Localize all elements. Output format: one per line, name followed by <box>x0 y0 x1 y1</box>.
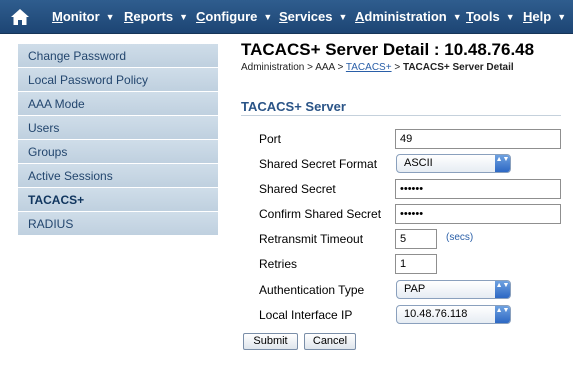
select-stepper-icon: ▲▼ <box>495 306 510 323</box>
sidebar-item-aaa-mode[interactable]: AAA Mode <box>18 92 218 116</box>
menu-tools[interactable]: Tools ▼ <box>466 0 515 34</box>
shared-secret-input[interactable]: •••••• <box>395 179 561 199</box>
top-menu-bar: Monitor ▼ Reports ▼ Configure ▼ Services ▼ A… <box>0 0 573 34</box>
sidebar-item-change-password[interactable]: Change Password <box>18 44 218 68</box>
menu-configure[interactable]: Configure ▼ <box>196 0 272 34</box>
breadcrumb: Administration > AAA > TACACS+ > TACACS+… <box>241 62 514 73</box>
breadcrumb-current: TACACS+ Server Detail <box>402 62 514 73</box>
breadcrumb-link-tacacs[interactable]: TACACS+ <box>346 62 392 73</box>
retries-label: Retries <box>259 257 298 271</box>
sidebar-item-active-sessions[interactable]: Active Sessions <box>18 164 218 188</box>
port-input[interactable]: 49 <box>395 129 561 149</box>
port-label: Port <box>259 132 282 146</box>
page-title: TACACS+ Server Detail : 10.48.76.48 <box>241 40 535 59</box>
menu-services[interactable]: Services ▼ <box>279 0 347 34</box>
breadcrumb-separator: > <box>391 62 403 73</box>
breadcrumb-prefix: Administration > AAA > <box>241 62 346 73</box>
auth-type-value: PAP <box>404 283 426 295</box>
retransmit-label: Retransmit Timeout <box>259 232 364 246</box>
secret-format-select[interactable]: ASCII ▲▼ <box>396 154 511 173</box>
chevron-down-icon: ▼ <box>505 12 515 22</box>
confirm-secret-label: Confirm Shared Secret <box>259 207 382 221</box>
chevron-down-icon: ▼ <box>452 12 462 22</box>
menu-administration[interactable]: Administration ▼ <box>355 0 462 34</box>
section-title: TACACS+ Server <box>241 99 561 116</box>
sidebar-item-groups[interactable]: Groups <box>18 140 218 164</box>
secret-format-label: Shared Secret Format <box>259 157 378 171</box>
auth-type-label: Authentication Type <box>259 283 365 297</box>
chevron-down-icon: ▼ <box>105 12 115 22</box>
menu-monitor[interactable]: Monitor ▼ <box>52 0 115 34</box>
select-stepper-icon: ▲▼ <box>495 155 510 172</box>
chevron-down-icon: ▼ <box>557 12 567 22</box>
sidebar-item-radius[interactable]: RADIUS <box>18 212 218 236</box>
chevron-down-icon: ▼ <box>338 12 348 22</box>
sidebar-item-users[interactable]: Users <box>18 116 218 140</box>
local-ip-select[interactable]: 10.48.76.118 ▲▼ <box>396 305 511 324</box>
home-icon[interactable] <box>10 8 30 26</box>
confirm-secret-input[interactable]: •••••• <box>395 204 561 224</box>
select-stepper-icon: ▲▼ <box>495 281 510 298</box>
sidebar-item-tacacs[interactable]: TACACS+ <box>18 188 218 212</box>
submit-button[interactable]: Submit <box>243 333 298 350</box>
secret-format-value: ASCII <box>404 157 433 169</box>
retransmit-input[interactable]: 5 <box>395 229 437 249</box>
shared-secret-label: Shared Secret <box>259 182 336 196</box>
local-ip-value: 10.48.76.118 <box>404 308 468 320</box>
cancel-button[interactable]: Cancel <box>304 333 356 350</box>
auth-type-select[interactable]: PAP ▲▼ <box>396 280 511 299</box>
chevron-down-icon: ▼ <box>179 12 189 22</box>
retries-input[interactable]: 1 <box>395 254 437 274</box>
sidebar-item-local-password-policy[interactable]: Local Password Policy <box>18 68 218 92</box>
sidebar: Change Password Local Password Policy AA… <box>18 44 218 236</box>
chevron-down-icon: ▼ <box>263 12 273 22</box>
menu-reports[interactable]: Reports ▼ <box>124 0 188 34</box>
retransmit-units: (secs) <box>446 232 474 243</box>
menu-help[interactable]: Help ▼ <box>523 0 566 34</box>
local-ip-label: Local Interface IP <box>259 308 353 322</box>
